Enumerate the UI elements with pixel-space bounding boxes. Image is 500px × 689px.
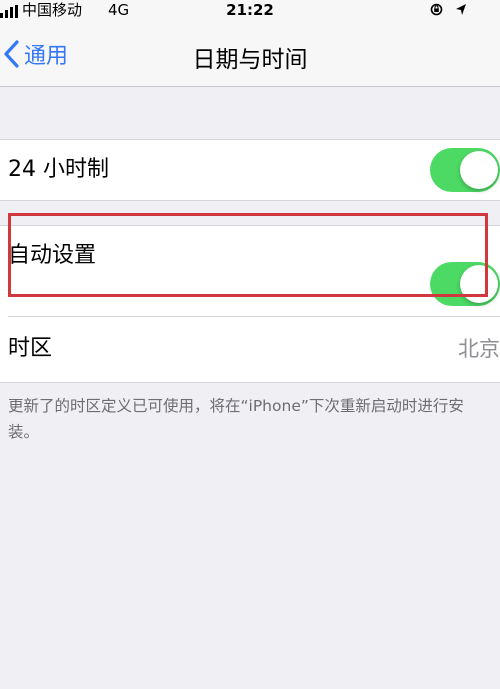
hour24-toggle[interactable] (430, 148, 500, 192)
hour24-label: 24 小时制 (8, 157, 109, 182)
section-divider (0, 382, 500, 383)
toggle-knob (460, 151, 498, 189)
time-zone-value: 北京 (458, 337, 500, 361)
settings-group-24h: 24 小时制 (0, 140, 500, 200)
row-divider (8, 316, 500, 317)
time-zone-label: 时区 (8, 336, 53, 361)
page-title: 日期与时间 (192, 47, 308, 73)
section-divider (0, 200, 500, 201)
rotation-lock-icon (430, 3, 443, 16)
annotation-highlight-box (8, 213, 488, 297)
status-bar: 中国移动 4G 21:22 (0, 0, 500, 22)
navigation-bar: 通用 日期与时间 (0, 22, 500, 87)
time-zone-footer-note: 更新了的时区定义已可使用，将在“iPhone”下次重新启动时进行安装。 (8, 397, 464, 441)
location-arrow-icon (456, 4, 466, 15)
status-time: 21:22 (226, 1, 274, 19)
